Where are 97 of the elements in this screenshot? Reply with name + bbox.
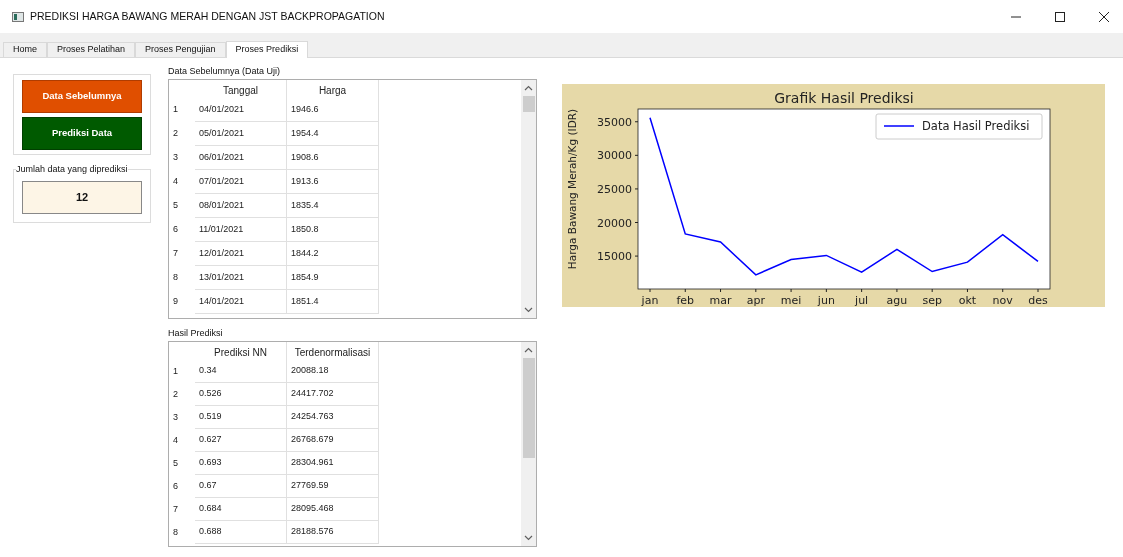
- x-tick-label: okt: [958, 294, 977, 307]
- legend-line-icon: [883, 125, 915, 127]
- table-cell: 1854.9: [287, 266, 379, 290]
- table-cell: 0.67: [195, 475, 287, 498]
- y-tick-label: 35000: [597, 115, 632, 129]
- row-number: 3: [172, 410, 179, 424]
- x-tick-label: mar: [709, 294, 732, 307]
- table-cell: 24417.702: [287, 383, 379, 406]
- table-cell: 28188.576: [287, 521, 379, 544]
- x-tick-label: mei: [780, 294, 802, 307]
- scroll-down-icon[interactable]: [524, 535, 533, 541]
- table-cell: 11/01/2021: [195, 218, 287, 242]
- scrollbar-thumb[interactable]: [522, 358, 535, 458]
- table-cell: 27769.59: [287, 475, 379, 498]
- table-cell: 1913.6: [287, 170, 379, 194]
- row-number: 7: [172, 247, 179, 261]
- table-cell: 0.688: [195, 521, 287, 544]
- table-cell: 28095.468: [287, 498, 379, 521]
- table-cell: 13/01/2021: [195, 266, 287, 290]
- table-label: Hasil Prediksi: [168, 327, 224, 339]
- x-tick-label: sep: [922, 294, 942, 307]
- row-number: 7: [172, 502, 179, 516]
- row-number: 6: [172, 479, 179, 493]
- tab[interactable]: Proses Prediksi: [225, 41, 309, 58]
- table-cell: 1908.6: [287, 146, 379, 170]
- x-tick-label: jan: [641, 294, 659, 307]
- row-number: 2: [172, 387, 179, 401]
- table-cell: 0.684: [195, 498, 287, 521]
- row-number: 8: [172, 525, 179, 539]
- column-header: Tanggal: [195, 80, 287, 98]
- chart-title: Grafik Hasil Prediksi: [774, 90, 914, 106]
- table-cell: 1851.4: [287, 290, 379, 314]
- y-axis-label: Harga Bawang Merah/Kg (IDR): [566, 108, 578, 270]
- table-cell: 0.526: [195, 383, 287, 406]
- row-number: 4: [172, 175, 179, 189]
- table-cell: 06/01/2021: [195, 146, 287, 170]
- y-tick-label: 25000: [597, 182, 632, 196]
- tab[interactable]: Home: [3, 42, 47, 57]
- table-cell: 1850.8: [287, 218, 379, 242]
- y-tick-label: 30000: [597, 149, 632, 163]
- group-label: Jumlah data yang diprediksi: [16, 163, 128, 175]
- table-cell: 26768.679: [287, 429, 379, 452]
- table-cell: 0.34: [195, 360, 287, 383]
- column-header: Terdenormalisasi: [287, 342, 379, 360]
- x-tick-label: apr: [746, 294, 765, 307]
- row-number: 3: [172, 151, 179, 165]
- count-display: 12: [22, 181, 142, 214]
- legend-label: Data Hasil Prediksi: [922, 119, 1030, 133]
- close-icon[interactable]: [1099, 11, 1109, 22]
- table-cell: 1946.6: [287, 98, 379, 122]
- app-icon: [12, 11, 24, 22]
- action-button[interactable]: Prediksi Data: [22, 116, 142, 150]
- row-number: 5: [172, 199, 179, 213]
- tab[interactable]: Proses Pelatihan: [47, 42, 136, 57]
- table-label: Data Sebelumnya (Data Uji): [168, 65, 282, 77]
- y-tick-label: 20000: [597, 216, 632, 230]
- table-cell: 24254.763: [287, 406, 379, 429]
- table-cell: 0.693: [195, 452, 287, 475]
- table-cell: 14/01/2021: [195, 290, 287, 314]
- row-number: 1: [172, 103, 179, 117]
- table-cell: 20088.18: [287, 360, 379, 383]
- x-tick-label: nov: [992, 294, 1013, 307]
- table-cell: 1835.4: [287, 194, 379, 218]
- table-cell: 07/01/2021: [195, 170, 287, 194]
- scroll-up-icon[interactable]: [524, 347, 533, 353]
- table-cell: 05/01/2021: [195, 122, 287, 146]
- x-tick-label: jun: [817, 294, 835, 307]
- x-tick-label: agu: [886, 294, 908, 307]
- table-cell: 08/01/2021: [195, 194, 287, 218]
- scroll-up-icon[interactable]: [524, 85, 533, 91]
- scrollbar-thumb[interactable]: [522, 96, 535, 112]
- column-header: Harga: [287, 80, 379, 98]
- minimize-icon[interactable]: [1011, 15, 1021, 18]
- table-cell: 12/01/2021: [195, 242, 287, 266]
- table-cell: 0.519: [195, 406, 287, 429]
- window-title: PREDIKSI HARGA BAWANG MERAH DENGAN JST BACKPROPAGATION: [30, 8, 385, 24]
- row-number: 1: [172, 364, 179, 378]
- table-cell: 1954.4: [287, 122, 379, 146]
- maximize-icon[interactable]: [1055, 11, 1065, 22]
- table-cell: 1844.2: [287, 242, 379, 266]
- scroll-down-icon[interactable]: [524, 307, 533, 313]
- x-tick-label: feb: [676, 294, 695, 307]
- x-tick-label: des: [1028, 294, 1048, 307]
- y-tick-label: 15000: [597, 250, 632, 264]
- table-cell: 28304.961: [287, 452, 379, 475]
- row-number: 4: [172, 433, 179, 447]
- x-tick-label: jul: [855, 294, 869, 307]
- table-cell: 0.627: [195, 429, 287, 452]
- row-number: 2: [172, 127, 179, 141]
- row-number: 6: [172, 223, 179, 237]
- action-button[interactable]: Data Sebelumnya: [22, 79, 142, 113]
- table-cell: 04/01/2021: [195, 98, 287, 122]
- column-header: Prediksi NN: [195, 342, 287, 360]
- row-number: 9: [172, 295, 179, 309]
- row-number: 8: [172, 271, 179, 285]
- row-number: 5: [172, 456, 179, 470]
- tab[interactable]: Proses Pengujian: [135, 42, 226, 57]
